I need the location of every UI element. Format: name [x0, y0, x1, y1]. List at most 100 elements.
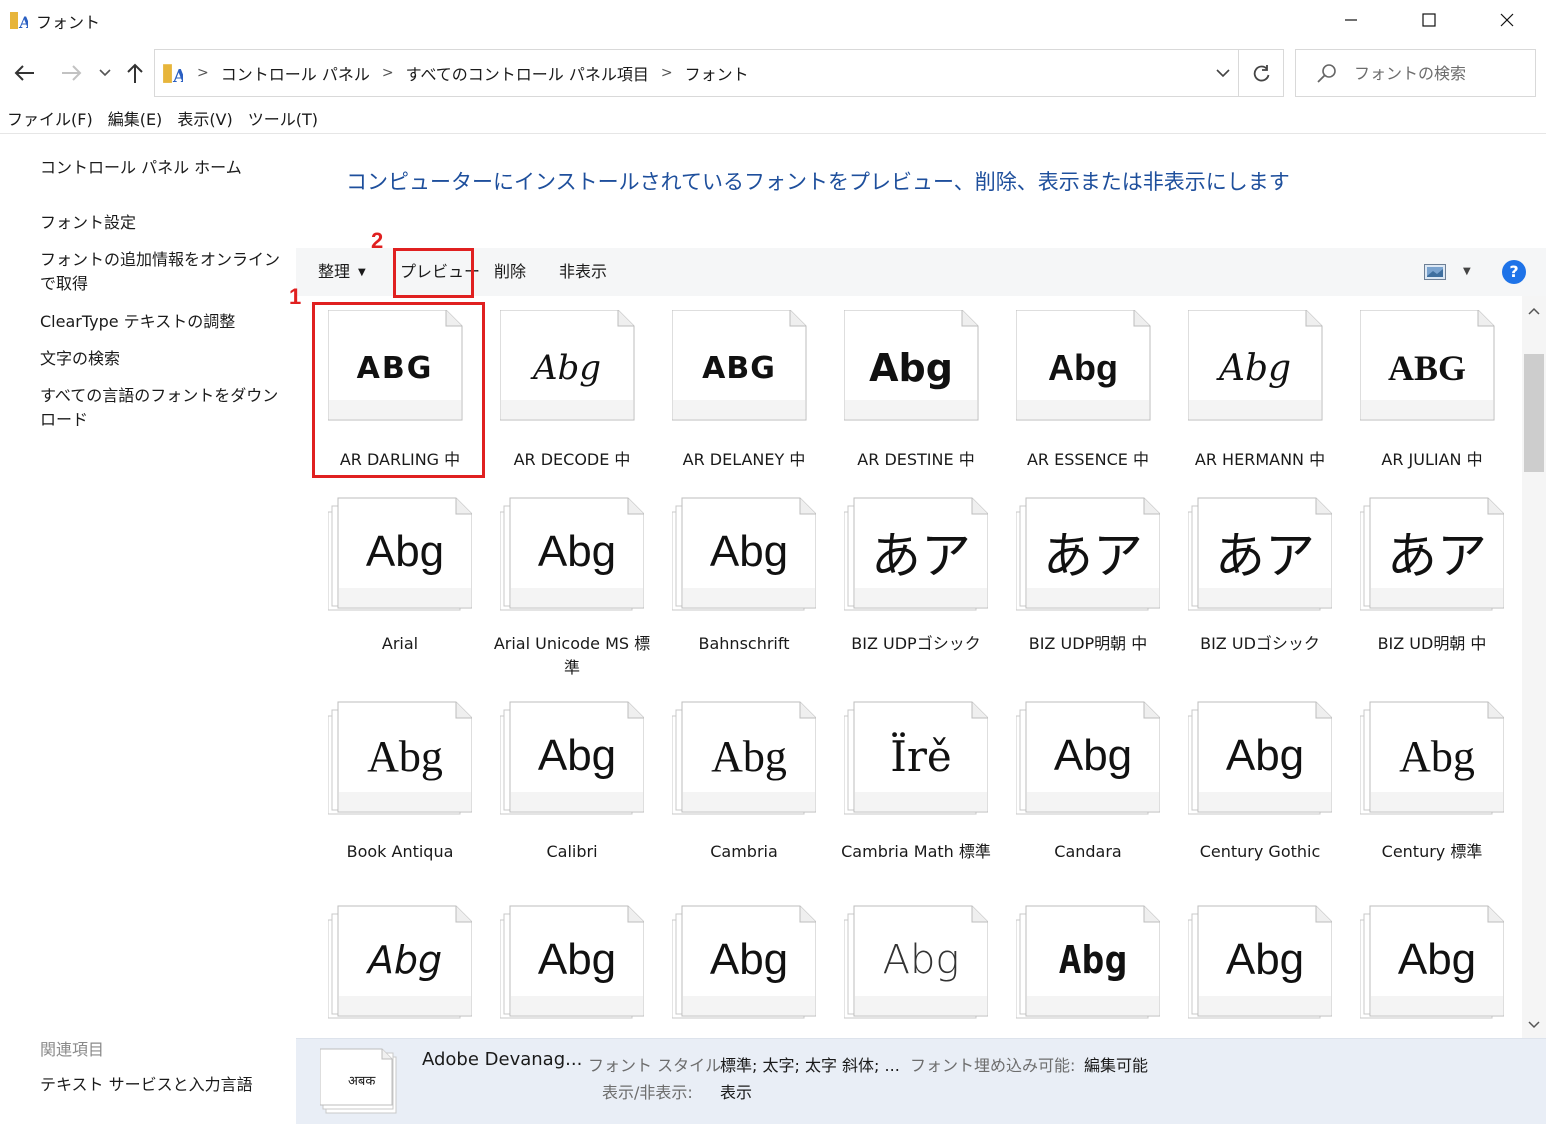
font-tile[interactable]: あア BIZ UD明朝 中	[1346, 484, 1518, 674]
delete-button[interactable]: 削除	[494, 248, 526, 296]
refresh-button[interactable]	[1238, 50, 1284, 96]
recent-locations-button[interactable]	[90, 58, 120, 88]
font-tile[interactable]: Abg	[830, 892, 1002, 1038]
font-tile[interactable]: あア BIZ UDPゴシック	[830, 484, 1002, 674]
font-tile[interactable]: Abg AR ESSENCE 中	[1002, 300, 1174, 490]
sidebar-item-font-settings[interactable]: フォント設定	[40, 211, 292, 235]
font-tile[interactable]: Abg AR DESTINE 中	[830, 300, 1002, 490]
help-icon[interactable]: ?	[1502, 260, 1526, 284]
search-input[interactable]	[1354, 60, 1524, 86]
forward-button[interactable]	[56, 58, 86, 88]
font-tile[interactable]: Abg Arial Unicode MS 標準	[486, 484, 658, 677]
menu-file[interactable]: ファイル(F)	[0, 106, 101, 134]
font-tile[interactable]: Abg	[314, 892, 486, 1038]
font-tile[interactable]: Abg	[1346, 892, 1518, 1038]
font-name-label: BIZ UD明朝 中	[1377, 634, 1487, 653]
font-tile[interactable]: Abg Candara	[1002, 688, 1174, 878]
font-tile[interactable]: Abg AR DECODE 中	[486, 300, 658, 490]
font-tile[interactable]: Abg Calibri	[486, 688, 658, 878]
scroll-up-button[interactable]	[1522, 300, 1546, 322]
font-sample-text: あア	[1387, 527, 1487, 585]
change-view-icon[interactable]	[1424, 264, 1446, 280]
font-tile[interactable]: Abg Arial	[314, 484, 486, 674]
organize-label: 整理	[318, 262, 351, 281]
breadcrumb-fonts[interactable]: フォント	[681, 61, 753, 85]
address-bar[interactable]: A > コントロール パネル > すべてのコントロール パネル項目 > フォント	[154, 49, 1284, 97]
scrollbar-thumb[interactable]	[1524, 354, 1544, 472]
menu-view[interactable]: 表示(V)	[170, 106, 240, 134]
font-tile[interactable]: ABG AR DARLING 中	[314, 300, 486, 490]
search-icon	[1317, 64, 1336, 83]
svg-text:A: A	[18, 13, 28, 30]
sidebar-item-download-all-fonts[interactable]: すべての言語のフォントをダウンロード	[40, 384, 292, 432]
details-embed-value: 編集可能	[1084, 1056, 1149, 1075]
font-sample-text: Abg	[1058, 938, 1128, 982]
details-pane: अबक Adobe Devanag... フォント スタイル: 標準; 太字; …	[296, 1038, 1546, 1124]
sidebar-item-control-panel-home[interactable]: コントロール パネル ホーム	[40, 156, 292, 180]
related-item-text-services[interactable]: テキスト サービスと入力言語	[40, 1073, 292, 1097]
sidebar-item-find-character[interactable]: 文字の検索	[40, 347, 292, 371]
close-icon	[1500, 13, 1514, 27]
scroll-down-button[interactable]	[1522, 1014, 1546, 1036]
font-name-label: Arial	[381, 634, 419, 653]
breadcrumb-all-items[interactable]: すべてのコントロール パネル項目	[402, 61, 653, 85]
font-tile[interactable]: Abg Bahnschrift	[658, 484, 830, 674]
breadcrumb-separator[interactable]: >	[653, 65, 681, 81]
vertical-scrollbar[interactable]	[1522, 296, 1546, 1038]
back-button[interactable]	[10, 58, 40, 88]
details-sample-text: अबक	[348, 1074, 376, 1089]
details-style-value: 標準; 太字; 太字 斜体; ...	[720, 1056, 900, 1075]
font-name-label: AR JULIAN 中	[1381, 450, 1483, 469]
breadcrumb-separator[interactable]: >	[374, 65, 402, 81]
menu-edit[interactable]: 編集(E)	[101, 106, 171, 134]
menu-tools[interactable]: ツール(T)	[241, 106, 326, 134]
font-tile[interactable]: Abg Century Gothic	[1174, 688, 1346, 878]
organize-button[interactable]: 整理 ▼	[318, 248, 366, 296]
font-tile[interactable]: ABG AR DELANEY 中	[658, 300, 830, 490]
font-tile[interactable]: Abg Century 標準	[1346, 688, 1518, 878]
sidebar-item-cleartype[interactable]: ClearType テキストの調整	[40, 310, 292, 334]
font-tile[interactable]: Abg Book Antiqua	[314, 688, 486, 878]
search-box[interactable]	[1295, 49, 1536, 97]
font-tile[interactable]: あア BIZ UDゴシック	[1174, 484, 1346, 674]
menu-bar: ファイル(F) 編集(E) 表示(V) ツール(T)	[0, 106, 326, 134]
font-name-label: Bahnschrift	[698, 634, 790, 653]
refresh-icon	[1253, 65, 1269, 82]
fonts-folder-icon: A	[163, 64, 183, 84]
font-tile[interactable]: あア BIZ UDP明朝 中	[1002, 484, 1174, 674]
font-tile[interactable]: Abg AR HERMANN 中	[1174, 300, 1346, 490]
font-sample-text: Abg	[367, 938, 443, 982]
font-sample-text: Abg	[1225, 935, 1305, 984]
font-name-label: BIZ UDゴシック	[1200, 634, 1320, 653]
font-tile[interactable]: ABG AR JULIAN 中	[1346, 300, 1518, 490]
font-sample-text: あア	[1215, 527, 1315, 585]
up-button[interactable]	[120, 58, 150, 88]
breadcrumb-control-panel[interactable]: コントロール パネル	[217, 61, 374, 85]
font-name-label: AR DARLING 中	[339, 450, 461, 469]
font-tile[interactable]: Abg	[1174, 892, 1346, 1038]
details-font-name: Adobe Devanag...	[422, 1049, 583, 1070]
font-tile[interactable]: Abg	[658, 892, 830, 1038]
maximize-button[interactable]	[1390, 0, 1468, 40]
font-grid: ABG AR DARLING 中 Abg AR DECODE 中 ABG AR DELAN…	[296, 296, 1522, 1038]
sidebar-item-online-font-info[interactable]: フォントの追加情報をオンラインで取得	[40, 248, 292, 296]
details-embed-label: フォント埋め込み可能:	[910, 1056, 1076, 1075]
title-bar: A フォント	[0, 0, 1546, 40]
close-button[interactable]	[1468, 0, 1546, 40]
font-sample-text: Abg	[1399, 731, 1475, 781]
arrow-right-icon	[62, 65, 82, 81]
font-tile[interactable]: Abg Cambria	[658, 688, 830, 878]
hide-button[interactable]: 非表示	[559, 248, 607, 296]
font-name-label: AR DELANEY 中	[682, 450, 806, 469]
minimize-button[interactable]	[1312, 0, 1390, 40]
font-name-label: Candara	[1054, 842, 1122, 861]
font-tile[interactable]: Ïrě Cambria Math 標準	[830, 688, 1002, 878]
font-sample-text: ABG	[356, 350, 434, 386]
font-tile[interactable]: Abg	[1002, 892, 1174, 1038]
font-tile[interactable]: Abg	[486, 892, 658, 1038]
window-title: フォント	[36, 13, 101, 32]
view-options-caret-icon[interactable]: ▼	[1463, 248, 1471, 296]
font-name-label: BIZ UDPゴシック	[851, 634, 981, 653]
font-sample-text: ABG	[1387, 348, 1466, 388]
related-header: 関連項目	[40, 1040, 105, 1059]
